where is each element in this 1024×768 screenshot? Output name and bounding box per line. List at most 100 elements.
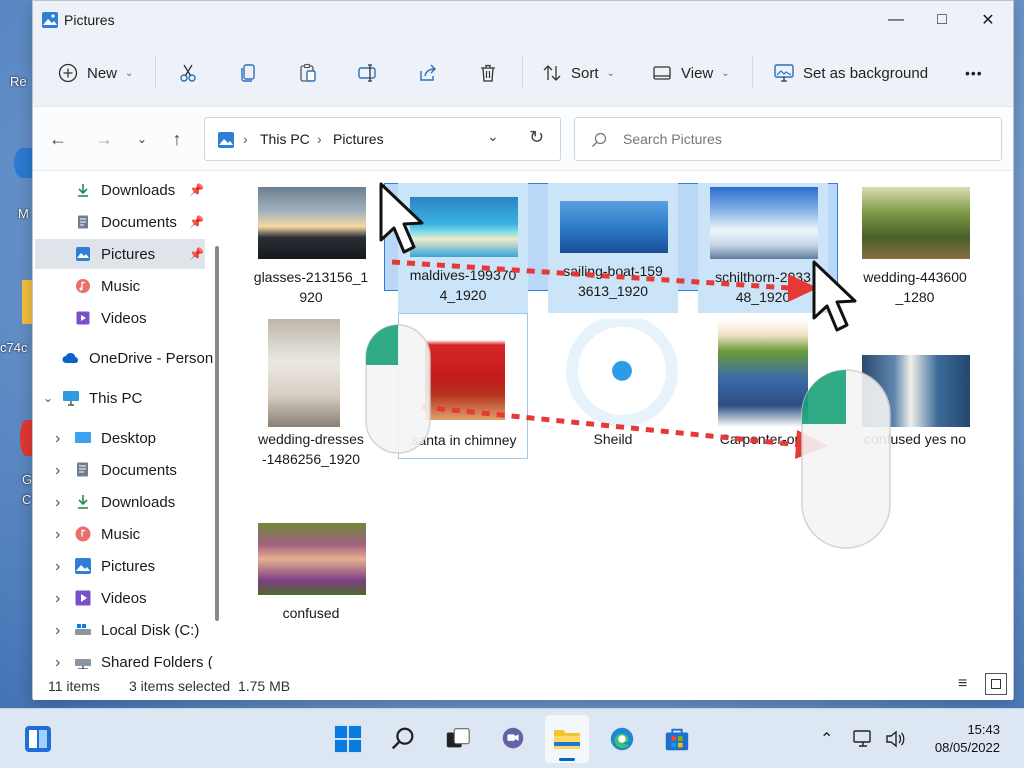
desktop-icon[interactable] (14, 148, 32, 178)
desktop-icon-label: C (22, 492, 32, 507)
start-button[interactable] (330, 721, 366, 757)
sidebar-item-this-pc[interactable]: This PC (33, 383, 205, 413)
file-explorer-window: Pictures — □ ✕ New ⌄ Sort ⌄ View ⌄ Set a… (32, 0, 1014, 700)
store-button[interactable] (659, 721, 695, 757)
breadcrumb-this-pc[interactable]: This PC (260, 131, 310, 147)
cut-button[interactable] (177, 53, 199, 93)
sidebar-item-label: Music (101, 525, 141, 543)
sidebar-item-documents[interactable]: Documents (33, 207, 205, 237)
title-bar[interactable]: Pictures — □ ✕ (33, 1, 1013, 39)
desktop-icon (73, 429, 93, 447)
document-icon (73, 461, 93, 479)
search-box[interactable] (574, 117, 1002, 161)
see-more-button[interactable]: ••• (965, 53, 983, 93)
toolbar-divider (752, 55, 753, 89)
breadcrumb-pictures[interactable]: Pictures (333, 131, 384, 147)
paste-icon (300, 63, 316, 82)
file-item[interactable]: schilthorn-2033 48_1920 (698, 183, 828, 313)
minimize-button[interactable]: — (873, 1, 919, 39)
refresh-icon[interactable]: ↻ (529, 127, 544, 148)
pin-icon[interactable]: 📌 (189, 215, 204, 229)
copy-button[interactable] (237, 53, 259, 93)
back-button[interactable]: ← (45, 127, 71, 151)
show-hidden-icons-button[interactable]: ⌃ (820, 729, 833, 749)
search-icon (592, 132, 607, 147)
close-button[interactable]: ✕ (965, 1, 1011, 39)
sort-icon (543, 65, 561, 81)
shield-thumbnail (566, 319, 678, 427)
file-item[interactable]: maldives-199370 4_1920 (398, 183, 528, 313)
share-button[interactable] (417, 53, 439, 93)
pin-icon[interactable]: 📌 (189, 247, 204, 261)
paste-button[interactable] (297, 53, 319, 93)
set-as-background-button[interactable]: Set as background (773, 53, 928, 93)
sidebar-item-label: Shared Folders ( (101, 653, 213, 670)
file-name: glasses-213156_1 (253, 269, 369, 285)
sidebar-item-pc-4[interactable]: Pictures (33, 551, 223, 581)
desktop-icon[interactable] (20, 420, 32, 456)
forward-button[interactable]: → (91, 127, 117, 151)
edge-icon (610, 727, 634, 751)
sort-button[interactable]: Sort ⌄ (541, 53, 615, 93)
sidebar-item-pc-2[interactable]: Downloads (33, 487, 223, 517)
sidebar-item-downloads[interactable]: Downloads (33, 175, 205, 205)
system-clock[interactable]: 15:43 08/05/2022 (935, 721, 1000, 757)
window-title: Pictures (64, 12, 115, 28)
file-item[interactable]: Carpenter-out (698, 313, 828, 459)
address-bar[interactable]: › This PC › Pictures ⌄ ↻ (204, 117, 561, 161)
file-item[interactable]: sailing-boat-159 3613_1920 (548, 183, 678, 313)
sort-label: Sort (571, 64, 599, 82)
sidebar-item-label: Downloads (101, 181, 176, 199)
sidebar-item-onedrive[interactable]: OneDrive - Person (33, 343, 215, 373)
sidebar-item-pc-0[interactable]: Desktop (33, 423, 223, 453)
pictures-icon (73, 557, 93, 575)
file-item[interactable]: confused (246, 513, 376, 659)
large-icons-view-button[interactable] (985, 673, 1007, 695)
edge-button[interactable] (604, 721, 640, 757)
delete-button[interactable] (477, 53, 499, 93)
sidebar-item-music[interactable]: Music (33, 271, 205, 301)
search-input[interactable] (623, 129, 983, 149)
sidebar-item-pictures[interactable]: Pictures (35, 239, 205, 269)
glasses-thumbnail (258, 187, 366, 259)
rename-button[interactable] (357, 53, 379, 93)
pictures-app-icon (42, 12, 58, 28)
up-button[interactable]: ↑ (164, 127, 190, 151)
file-item[interactable]: Sheild (548, 313, 678, 459)
file-explorer-taskbar-button[interactable] (545, 715, 589, 763)
file-item[interactable]: glasses-213156_1 920 (246, 183, 376, 313)
file-item[interactable]: santa in chimney (398, 313, 528, 459)
search-button[interactable] (385, 721, 421, 757)
address-dropdown-icon[interactable]: ⌄ (487, 128, 499, 145)
clock-time: 15:43 (967, 722, 1000, 737)
file-item[interactable]: wedding-443600 _1280 (850, 183, 980, 313)
sidebar-item-pc-5[interactable]: Videos (33, 583, 223, 613)
sidebar-item-label: Pictures (101, 245, 156, 263)
details-view-button[interactable]: ≡ (958, 675, 967, 693)
sidebar-item-label: Pictures (101, 557, 156, 575)
sidebar-item-videos[interactable]: Videos (33, 303, 205, 333)
sidebar-item-pc-6[interactable]: Local Disk (C:) (33, 615, 223, 645)
network-icon[interactable] (852, 729, 874, 749)
recent-locations-button[interactable]: ⌄ (129, 127, 155, 151)
view-button[interactable]: View ⌄ (651, 53, 730, 93)
desktop-icon[interactable] (22, 280, 32, 324)
pin-icon[interactable]: 📌 (189, 183, 204, 197)
sidebar-item-pc-1[interactable]: Documents (33, 455, 223, 485)
maximize-button[interactable]: □ (919, 1, 965, 39)
music-icon (73, 277, 93, 295)
sidebar-item-pc-3[interactable]: Music (33, 519, 223, 549)
file-item[interactable]: wedding-dresses -1486256_1920 (246, 313, 376, 467)
chat-button[interactable] (495, 721, 531, 757)
widgets-button[interactable] (20, 721, 56, 757)
task-view-button[interactable] (440, 721, 476, 757)
task-view-icon (446, 728, 470, 748)
sidebar-item-pc-7[interactable]: Shared Folders ( (33, 647, 223, 669)
file-item[interactable]: confused yes no (850, 313, 980, 459)
selection-info: 3 items selected 1.75 MB (129, 678, 291, 694)
view-icon (653, 66, 671, 80)
pictures-folder-icon (218, 132, 234, 148)
sidebar-scrollbar[interactable] (215, 246, 219, 621)
volume-icon[interactable] (884, 729, 906, 749)
new-button[interactable]: New ⌄ (57, 53, 133, 93)
